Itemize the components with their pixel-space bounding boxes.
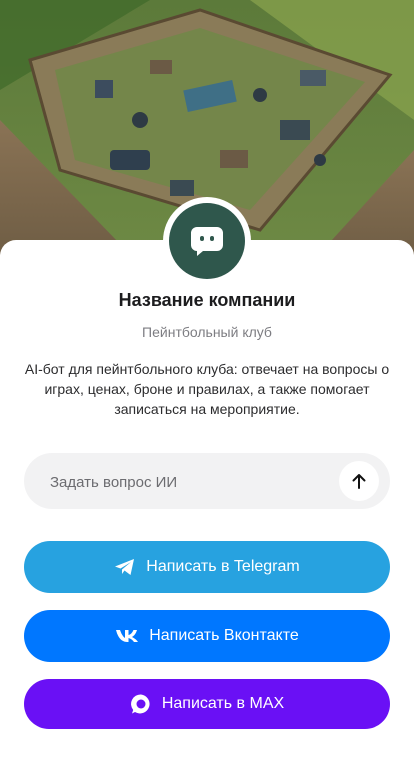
max-button-label: Написать в MAX — [161, 695, 285, 712]
company-description: AI-бот для пейнтбольного клуба: отвечает… — [24, 361, 390, 417]
company-category: Пейнтбольный клуб — [142, 324, 272, 340]
send-button[interactable] — [339, 461, 379, 501]
vk-button[interactable]: Написать Вконтакте — [24, 610, 390, 662]
max-icon — [130, 693, 152, 715]
company-name: Название компании — [118, 290, 296, 310]
chat-bubble-icon — [191, 227, 223, 256]
ask-ai-input[interactable] — [48, 453, 352, 511]
max-button[interactable]: Написать в MAX — [24, 679, 390, 729]
telegram-icon — [114, 557, 136, 577]
vk-button-label: Написать Вконтакте — [149, 627, 299, 644]
ask-ai-bar — [24, 453, 390, 511]
company-avatar — [163, 197, 251, 285]
telegram-button-label: Написать в Telegram — [146, 558, 300, 575]
telegram-button[interactable]: Написать в Telegram — [24, 541, 390, 593]
vk-icon — [115, 629, 139, 643]
arrow-up-icon — [352, 474, 366, 489]
